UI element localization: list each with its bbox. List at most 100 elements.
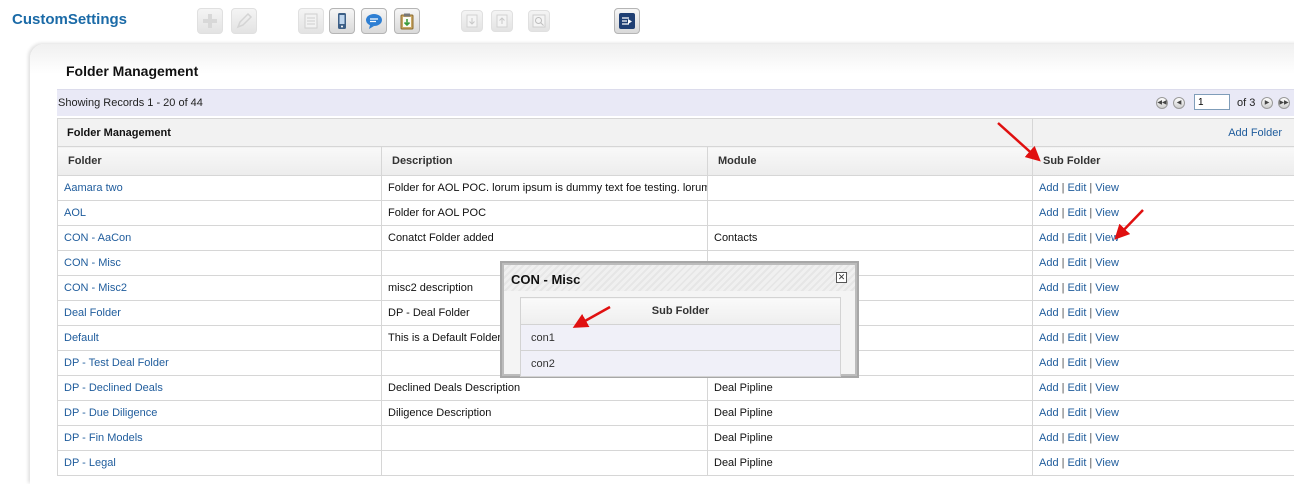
folder-link[interactable]: AOL [64, 207, 86, 219]
sub-folder-edit-link[interactable]: Edit [1067, 407, 1086, 419]
export-button[interactable] [614, 8, 640, 34]
description-cell: Conatct Folder added [382, 226, 708, 251]
folder-link[interactable]: DP - Declined Deals [64, 382, 163, 394]
folder-link[interactable]: CON - AaCon [64, 232, 131, 244]
mobile-icon [333, 12, 351, 30]
table-row: CON - AaConConatct Folder addedContactsA… [58, 226, 1294, 251]
sub-folder-edit-link[interactable]: Edit [1067, 257, 1086, 269]
sub-folder-view-link[interactable]: View [1095, 457, 1119, 469]
add-button[interactable] [197, 8, 223, 34]
sub-folder-edit-link[interactable]: Edit [1067, 432, 1086, 444]
folder-link[interactable]: DP - Due Diligence [64, 407, 157, 419]
folder-link[interactable]: Aamara two [64, 182, 123, 194]
prev-page-icon[interactable]: ◀ [1173, 97, 1185, 109]
table-row: Aamara twoFolder for AOL POC. lorum ipsu… [58, 176, 1294, 201]
list-button[interactable] [298, 8, 324, 34]
subfolder-item[interactable]: con2 [521, 351, 841, 377]
move-up-button[interactable] [491, 10, 513, 32]
separator: | [1089, 407, 1092, 419]
move-down-button[interactable] [461, 10, 483, 32]
sub-folder-add-link[interactable]: Add [1039, 432, 1059, 444]
first-page-icon[interactable]: ◀◀ [1156, 97, 1168, 109]
sub-folder-view-link[interactable]: View [1095, 232, 1119, 244]
sub-folder-add-link[interactable]: Add [1039, 207, 1059, 219]
sub-folder-view-link[interactable]: View [1095, 307, 1119, 319]
folder-link[interactable]: CON - Misc2 [64, 282, 127, 294]
pager: ◀◀ ◀ of 3 ▶ ▶▶ [1156, 93, 1290, 113]
sub-folder-edit-link[interactable]: Edit [1067, 282, 1086, 294]
next-page-icon[interactable]: ▶ [1261, 97, 1273, 109]
edit-button[interactable] [231, 8, 257, 34]
sub-folder-view-link[interactable]: View [1095, 432, 1119, 444]
folder-link[interactable]: Deal Folder [64, 307, 121, 319]
sub-folder-view-link[interactable]: View [1095, 357, 1119, 369]
description-cell: Declined Deals Description [382, 376, 708, 401]
column-header-sub-folder[interactable]: Sub Folder [1033, 147, 1294, 176]
sub-folder-add-link[interactable]: Add [1039, 232, 1059, 244]
sub-folder-edit-link[interactable]: Edit [1067, 307, 1086, 319]
close-icon[interactable]: ✕ [836, 272, 847, 283]
sub-folder-actions: Add|Edit|View [1033, 426, 1294, 451]
separator: | [1062, 307, 1065, 319]
add-folder-link[interactable]: Add Folder [1228, 127, 1282, 139]
separator: | [1062, 407, 1065, 419]
sub-folder-view-link[interactable]: View [1095, 182, 1119, 194]
subfolder-item[interactable]: con1 [521, 325, 841, 351]
sub-folder-view-link[interactable]: View [1095, 282, 1119, 294]
column-header-module[interactable]: Module [708, 147, 1033, 176]
sub-folder-edit-link[interactable]: Edit [1067, 182, 1086, 194]
page-number-input[interactable] [1194, 94, 1230, 110]
module-cell: Deal Pipline [708, 401, 1033, 426]
separator: | [1062, 382, 1065, 394]
separator: | [1062, 457, 1065, 469]
page-total-label: of 3 [1237, 97, 1255, 109]
sub-folder-edit-link[interactable]: Edit [1067, 332, 1086, 344]
column-header-folder[interactable]: Folder [58, 147, 382, 176]
separator: | [1062, 282, 1065, 294]
sub-folder-add-link[interactable]: Add [1039, 407, 1059, 419]
sub-folder-add-link[interactable]: Add [1039, 332, 1059, 344]
folder-link[interactable]: DP - Fin Models [64, 432, 143, 444]
sub-folder-view-link[interactable]: View [1095, 382, 1119, 394]
folder-link[interactable]: Default [64, 332, 99, 344]
sub-folder-add-link[interactable]: Add [1039, 457, 1059, 469]
folder-link[interactable]: DP - Test Deal Folder [64, 357, 169, 369]
table-row: AOLFolder for AOL POCAdd|Edit|View [58, 201, 1294, 226]
sub-folder-add-link[interactable]: Add [1039, 307, 1059, 319]
chat-button[interactable] [361, 8, 387, 34]
sub-folder-actions: Add|Edit|View [1033, 176, 1294, 201]
separator: | [1062, 257, 1065, 269]
sub-folder-edit-link[interactable]: Edit [1067, 457, 1086, 469]
sub-folder-add-link[interactable]: Add [1039, 382, 1059, 394]
edit-icon [235, 12, 253, 30]
folder-link[interactable]: DP - Legal [64, 457, 116, 469]
sub-folder-edit-link[interactable]: Edit [1067, 382, 1086, 394]
folder-link[interactable]: CON - Misc [64, 257, 121, 269]
column-header-description[interactable]: Description [382, 147, 708, 176]
sub-folder-view-link[interactable]: View [1095, 332, 1119, 344]
sub-folder-edit-link[interactable]: Edit [1067, 232, 1086, 244]
column-header-row: Folder Description Module Sub Folder [58, 147, 1294, 176]
last-page-icon[interactable]: ▶▶ [1278, 97, 1290, 109]
sub-folder-add-link[interactable]: Add [1039, 182, 1059, 194]
separator: | [1089, 457, 1092, 469]
mobile-button[interactable] [329, 8, 355, 34]
sub-folder-edit-link[interactable]: Edit [1067, 357, 1086, 369]
add-folder-cell: Add Folder [1033, 119, 1294, 147]
move-down-icon [464, 13, 480, 29]
search-window-button[interactable] [528, 10, 550, 32]
sub-folder-view-link[interactable]: View [1095, 257, 1119, 269]
clipboard-button[interactable] [394, 8, 420, 34]
popup-header[interactable]: CON - Misc ✕ [504, 265, 855, 291]
sub-folder-add-link[interactable]: Add [1039, 282, 1059, 294]
sub-folder-add-link[interactable]: Add [1039, 257, 1059, 269]
module-cell [708, 176, 1033, 201]
sub-folder-view-link[interactable]: View [1095, 207, 1119, 219]
module-cell: Deal Pipline [708, 376, 1033, 401]
sub-folder-add-link[interactable]: Add [1039, 357, 1059, 369]
sub-folder-view-link[interactable]: View [1095, 407, 1119, 419]
sub-folder-actions: Add|Edit|View [1033, 201, 1294, 226]
move-up-icon [494, 13, 510, 29]
records-summary: Showing Records 1 - 20 of 44 [58, 97, 203, 109]
sub-folder-edit-link[interactable]: Edit [1067, 207, 1086, 219]
